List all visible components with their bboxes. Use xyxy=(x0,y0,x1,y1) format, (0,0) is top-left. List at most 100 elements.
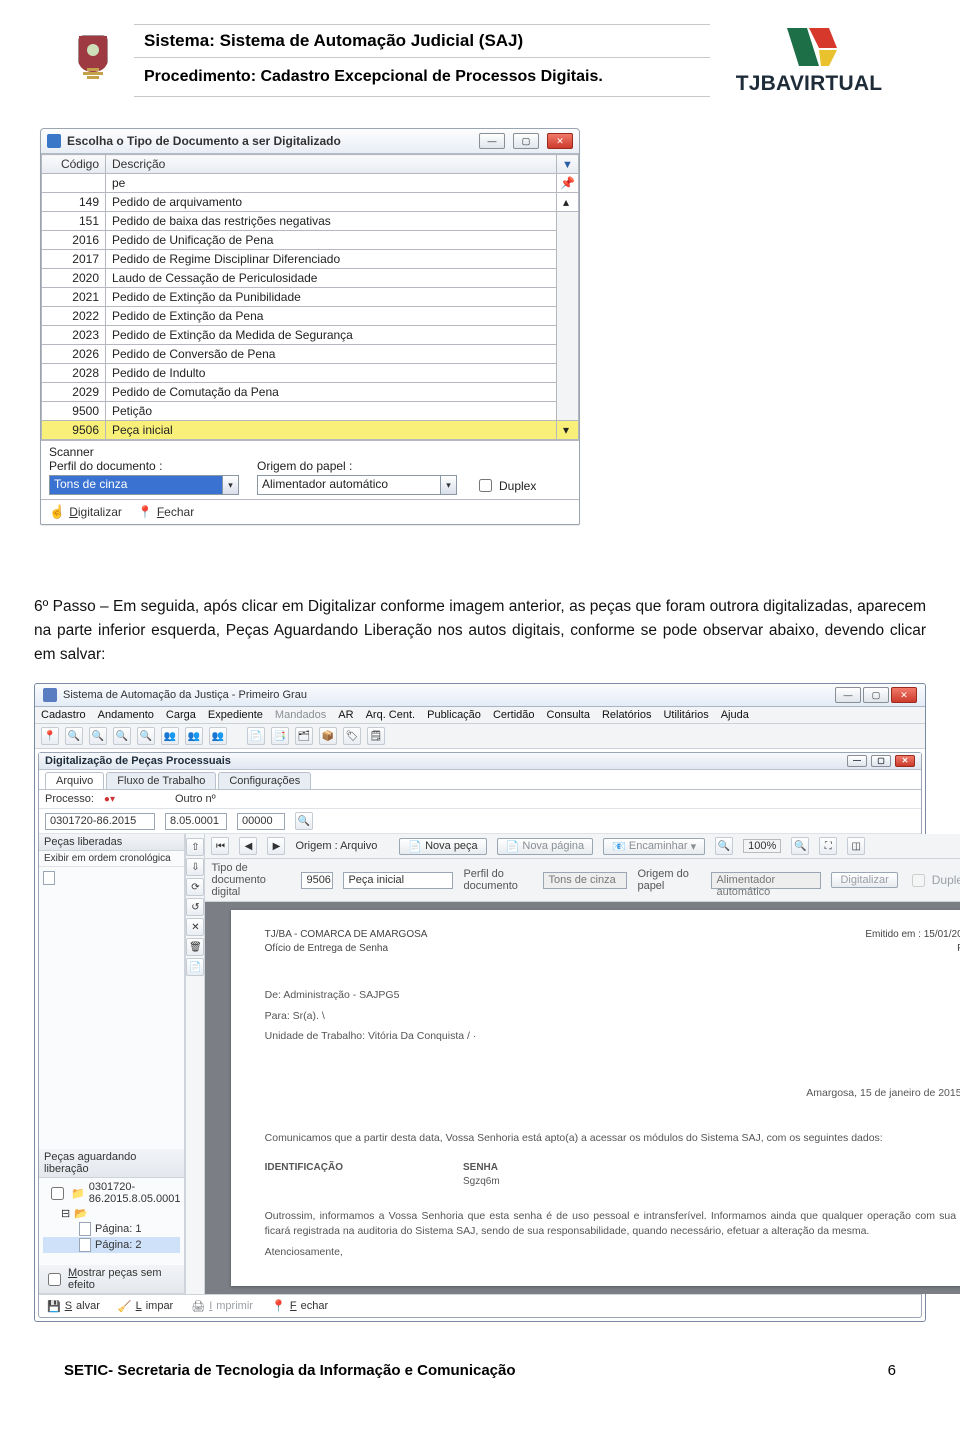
filter-codigo-cell[interactable] xyxy=(42,174,106,193)
nav-next-icon[interactable]: ▶ xyxy=(267,837,285,855)
imprimir-button[interactable]: 🖨Imprimir xyxy=(191,1300,253,1313)
col-descricao[interactable]: Descrição xyxy=(106,155,557,174)
close-button[interactable]: ✕ xyxy=(547,133,573,149)
table-row[interactable]: 2028Pedido de Indulto xyxy=(42,364,579,383)
nav-first-icon[interactable]: ⏮ xyxy=(211,837,229,855)
toolbar-icon[interactable]: 👥 xyxy=(209,727,227,745)
nav-prev-icon[interactable]: ◀ xyxy=(239,837,257,855)
tool-icon[interactable]: ⟳ xyxy=(186,878,204,896)
salvar-button[interactable]: 💾Salvar xyxy=(47,1300,100,1313)
table-row[interactable]: 2029Pedido de Comutação da Pena xyxy=(42,383,579,402)
fit-icon[interactable]: ◫ xyxy=(847,837,865,855)
sub-minimize-button[interactable]: — xyxy=(847,755,867,767)
toolbar-icon[interactable]: 📍 xyxy=(41,727,59,745)
table-row-selected[interactable]: 9506Peça inicial▾ xyxy=(42,421,579,440)
menu-item[interactable]: Cadastro xyxy=(41,709,86,721)
toolbar-icon[interactable]: 🏷 xyxy=(343,727,361,745)
mostrar-checkbox[interactable] xyxy=(48,1273,61,1286)
table-row[interactable]: 2017Pedido de Regime Disciplinar Diferen… xyxy=(42,250,579,269)
menu-item[interactable]: Andamento xyxy=(98,709,154,721)
tool-icon[interactable]: ✕ xyxy=(186,918,204,936)
table-row[interactable]: 2026Pedido de Conversão de Pena xyxy=(42,345,579,364)
tool-icon[interactable]: ↺ xyxy=(186,898,204,916)
scrollbar-track[interactable] xyxy=(557,212,579,421)
toolbar-icon[interactable]: 🔍 xyxy=(113,727,131,745)
fechar-button[interactable]: 📍 Fechar xyxy=(138,505,194,519)
duplex-input[interactable] xyxy=(479,479,492,492)
tree-sub-node[interactable]: ⊟ 📂 xyxy=(43,1206,180,1221)
tab-arquivo[interactable]: Arquivo xyxy=(45,772,104,789)
app-minimize-button[interactable]: — xyxy=(835,687,861,703)
table-row[interactable]: 151Pedido de baixa das restrições negati… xyxy=(42,212,579,231)
toolbar-icon[interactable]: 🗒 xyxy=(367,727,385,745)
filter-pin[interactable]: 📌 xyxy=(557,174,579,193)
limpar-button[interactable]: 🧹Limpar xyxy=(118,1300,173,1313)
processo-seg1[interactable]: 8.05.0001 xyxy=(165,813,227,830)
tool-icon[interactable]: 🗑 xyxy=(186,938,204,956)
menu-item[interactable]: Relatórios xyxy=(602,709,652,721)
table-row[interactable]: 2022Pedido de Extinção da Pena xyxy=(42,307,579,326)
table-row[interactable]: 2016Pedido de Unificação de Pena xyxy=(42,231,579,250)
nova-peca-button[interactable]: 📄 Nova peça xyxy=(399,838,486,855)
zoom-out-icon[interactable]: 🔍 xyxy=(715,837,733,855)
origem-select[interactable]: Alimentador automático ▾ xyxy=(257,475,457,495)
table-row[interactable]: 2021Pedido de Extinção da Punibilidade xyxy=(42,288,579,307)
tool-icon[interactable]: ⇧ xyxy=(186,838,204,856)
menu-item[interactable]: Expediente xyxy=(208,709,263,721)
tree-page-node[interactable]: Página: 1 xyxy=(43,1221,180,1237)
sub-maximize-button[interactable]: ▢ xyxy=(871,755,891,767)
fit-icon[interactable]: ⛶ xyxy=(819,837,837,855)
mostrar-row[interactable]: Mostrar peças sem efeito xyxy=(39,1265,184,1294)
table-row[interactable]: 9500Petição xyxy=(42,402,579,421)
duplex2-checkbox[interactable]: Duplex xyxy=(908,871,960,890)
duplex-checkbox[interactable]: Duplex xyxy=(475,476,536,495)
tree-root-node[interactable]: 📁 0301720-86.2015.8.05.0001 xyxy=(43,1180,180,1206)
toolbar-icon[interactable]: 📑 xyxy=(271,727,289,745)
document-viewport[interactable]: TJ/BA - COMARCA DE AMARGOSA Ofício de En… xyxy=(205,902,960,1294)
col-codigo[interactable]: Código xyxy=(42,155,106,174)
zoom-value[interactable]: 100% xyxy=(743,839,781,853)
table-row[interactable]: 2020Laudo de Cessação de Periculosidade xyxy=(42,269,579,288)
table-row[interactable]: 149Pedido de arquivamento▴ xyxy=(42,193,579,212)
menu-item[interactable]: Publicação xyxy=(427,709,481,721)
minimize-button[interactable]: — xyxy=(479,133,505,149)
menu-item[interactable]: AR xyxy=(338,709,353,721)
tool-icon[interactable]: ⇩ xyxy=(186,858,204,876)
menu-item[interactable]: Carga xyxy=(166,709,196,721)
tree-page-node-selected[interactable]: Página: 2 xyxy=(43,1237,180,1253)
toolbar-icon[interactable]: 👥 xyxy=(185,727,203,745)
menu-item[interactable]: Consulta xyxy=(547,709,590,721)
tool-icon[interactable]: 📄 xyxy=(186,958,204,976)
menu-item[interactable]: Ajuda xyxy=(721,709,749,721)
table-row[interactable]: 2023Pedido de Extinção da Medida de Segu… xyxy=(42,326,579,345)
app-close-button[interactable]: ✕ xyxy=(891,687,917,703)
scroll-down[interactable]: ▾ xyxy=(557,421,579,440)
perfil-select[interactable]: Tons de cinza ▾ xyxy=(49,475,239,495)
digitalizar-button[interactable]: ☝ Digitalizar xyxy=(49,504,122,520)
sub-close-button[interactable]: ✕ xyxy=(895,755,915,767)
filter-descricao-cell[interactable]: pe xyxy=(106,174,557,193)
app-maximize-button[interactable]: ▢ xyxy=(863,687,889,703)
menu-item[interactable]: Arq. Cent. xyxy=(366,709,416,721)
menu-item[interactable]: Utilitários xyxy=(663,709,708,721)
fechar2-button[interactable]: 📍Fechar xyxy=(271,1299,328,1313)
tipo-doc-code-input[interactable]: 9506 xyxy=(301,872,333,889)
digitalizar2-button[interactable]: Digitalizar xyxy=(831,872,897,888)
toolbar-icon[interactable]: 📦 xyxy=(319,727,337,745)
maximize-button[interactable]: ▢ xyxy=(513,133,539,149)
tab-fluxo[interactable]: Fluxo de Trabalho xyxy=(106,772,216,789)
zoom-in-icon[interactable]: 🔍 xyxy=(791,837,809,855)
tab-config[interactable]: Configurações xyxy=(218,772,311,789)
toolbar-icon[interactable]: 🔍 xyxy=(65,727,83,745)
app-titlebar[interactable]: Sistema de Automação da Justiça - Primei… xyxy=(35,684,925,707)
tipo-doc-desc-input[interactable]: Peça inicial xyxy=(343,872,453,889)
menu-item[interactable]: Certidão xyxy=(493,709,535,721)
toolbar-icon[interactable]: 👥 xyxy=(161,727,179,745)
dialog-titlebar[interactable]: Escolha o Tipo de Documento a ser Digita… xyxy=(41,129,579,154)
toolbar-icon[interactable]: 🔍 xyxy=(89,727,107,745)
toolbar-icon[interactable]: 🗂 xyxy=(295,727,313,745)
search-icon[interactable]: 🔍 xyxy=(295,812,313,830)
tree-checkbox[interactable] xyxy=(51,1187,64,1200)
menu-item[interactable]: Mandados xyxy=(275,709,326,721)
processo-seg2[interactable]: 00000 xyxy=(237,813,285,830)
